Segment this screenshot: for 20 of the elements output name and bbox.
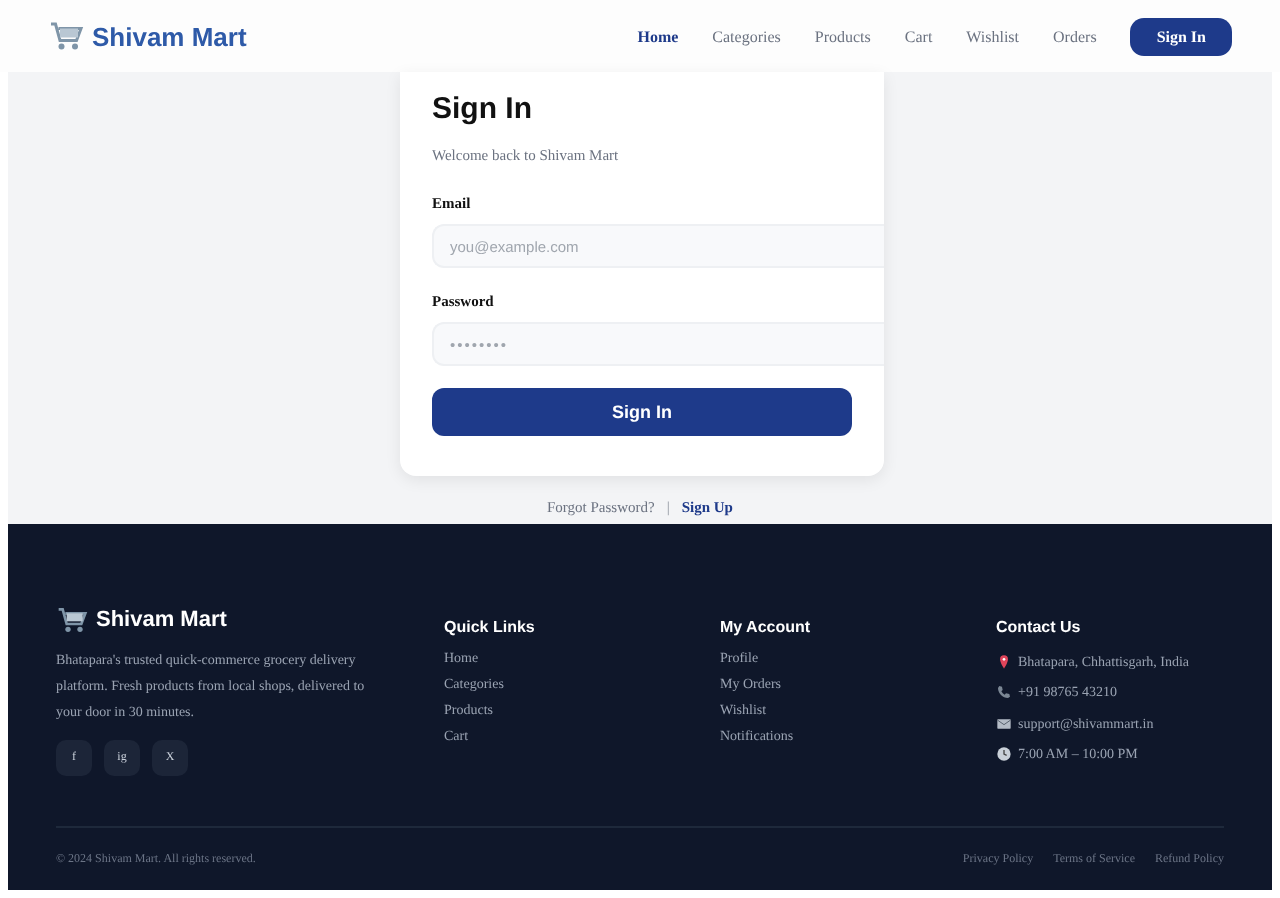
nav-link[interactable]: Home [637, 27, 679, 45]
column-heading: My Account [720, 618, 813, 636]
sign-in-button[interactable]: Sign In [1130, 17, 1232, 55]
pin-icon [996, 653, 1012, 670]
column-heading: Quick Links [444, 618, 537, 636]
cart-icon [56, 604, 88, 636]
nav-link[interactable]: Cart [904, 27, 933, 45]
clock-icon [996, 746, 1012, 763]
cart-icon [48, 18, 84, 54]
brand-name: Shivam Mart [92, 21, 247, 51]
nav-link[interactable]: Wishlist [966, 27, 1020, 45]
envelope-icon [996, 715, 1012, 732]
form-title: Sign In [432, 92, 534, 126]
phone-icon [996, 684, 1012, 701]
submit-button[interactable]: Sign In [432, 388, 852, 436]
nav-link[interactable]: Categories [712, 27, 781, 45]
column-heading: Contact Us [996, 618, 1083, 636]
nav-link[interactable]: Products [814, 27, 871, 45]
nav-link[interactable]: Orders [1053, 27, 1097, 45]
footer-brand-name: Shivam Mart [96, 608, 227, 632]
